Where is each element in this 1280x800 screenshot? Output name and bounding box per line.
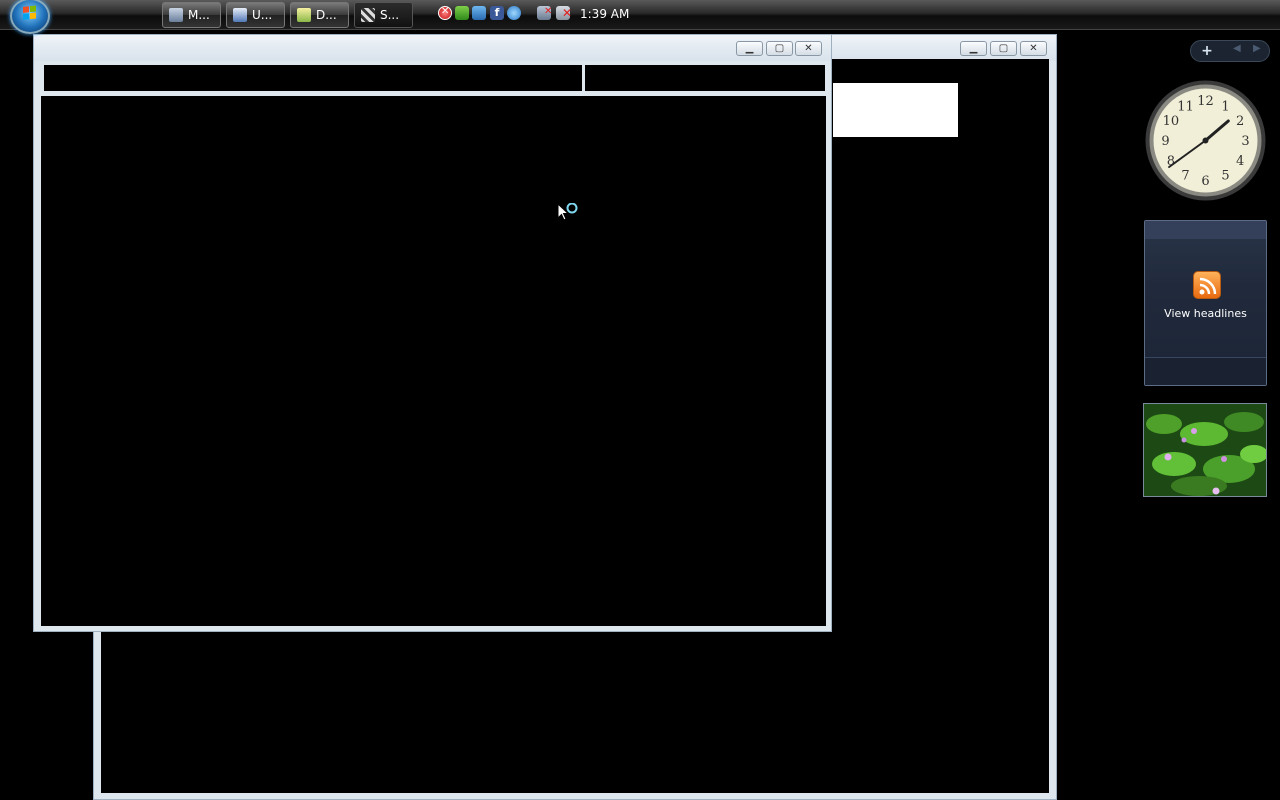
facebook-icon[interactable]: f [490, 6, 504, 20]
foreground-window[interactable]: ▁ ▢ ✕ [33, 34, 832, 632]
close-button[interactable]: ✕ [1020, 41, 1047, 56]
slideshow-gadget[interactable] [1143, 403, 1267, 497]
notepad-icon [297, 8, 311, 22]
media-clapper-icon [361, 8, 375, 22]
start-button[interactable] [10, 0, 50, 34]
clock-numeral: 6 [1201, 174, 1209, 189]
taskbar-button-management[interactable]: M... [162, 2, 221, 28]
maximize-button[interactable]: ▢ [766, 41, 793, 56]
management-console-icon [169, 8, 183, 22]
feed-header-band [1145, 221, 1266, 239]
rss-feed-icon [1193, 271, 1221, 299]
document-edit-icon [233, 8, 247, 22]
clock-numeral: 7 [1181, 169, 1189, 184]
view-headlines-link[interactable]: View headlines [1145, 307, 1266, 320]
clock-numeral: 5 [1221, 169, 1229, 184]
minimize-button[interactable]: ▁ [736, 41, 763, 56]
add-gadget-button[interactable]: + [1197, 42, 1217, 60]
toolbar-right-area[interactable] [585, 65, 825, 91]
task-label: D... [316, 8, 337, 22]
taskbar-button-notepad[interactable]: D... [290, 2, 349, 28]
mute-x-mark: ✕ [562, 6, 573, 20]
foreground-window-titlebar[interactable]: ▁ ▢ ✕ [34, 35, 831, 61]
toolbar-area[interactable] [44, 65, 582, 91]
feed-footer-band [1145, 357, 1266, 385]
clock-numeral: 10 [1163, 114, 1180, 129]
clock-numeral: 2 [1236, 114, 1244, 129]
next-page-button[interactable]: ▶ [1253, 43, 1261, 54]
analog-clock-face: 1234567891011 12 [1145, 80, 1266, 201]
slideshow-photo [1144, 404, 1266, 496]
minimize-button[interactable]: ▁ [960, 41, 987, 56]
clock-numeral: 4 [1236, 154, 1244, 169]
busy-cursor [557, 202, 581, 229]
taskbar: M... U... D... S... f ✕ ✕ ✕ 1:39 AM [0, 0, 1280, 34]
maximize-button[interactable]: ▢ [990, 41, 1017, 56]
windows-logo-icon [23, 5, 36, 20]
taskbar-button-document[interactable]: U... [226, 2, 285, 28]
clock-numeral: 3 [1241, 134, 1249, 149]
foreground-window-content[interactable] [41, 96, 826, 626]
task-label: U... [252, 8, 273, 22]
clock-numeral: 1 [1221, 99, 1229, 114]
clock-numeral: 12 [1197, 94, 1214, 109]
network-status-icon[interactable] [472, 6, 486, 20]
task-label: S... [380, 8, 400, 22]
network-x-mark: ✕ [544, 6, 553, 17]
security-x-mark: ✕ [441, 6, 450, 17]
taskbar-button-media[interactable]: S... [354, 2, 413, 28]
clock-numeral: 11 [1177, 99, 1194, 114]
clock-numeral: 9 [1161, 134, 1169, 149]
task-label: M... [188, 8, 210, 22]
desktop: ▁ ▢ ✕ ▁ ▢ ✕ M... U... D... S... f ✕ ✕ ✕ … [0, 0, 1280, 800]
messenger-icon[interactable] [507, 6, 521, 20]
gadget-sidebar-toolbar: + ◀ ▶ [1190, 40, 1270, 62]
taskbar-clock[interactable]: 1:39 AM [580, 7, 629, 21]
shield-check-icon[interactable] [455, 6, 469, 20]
previous-page-button[interactable]: ◀ [1233, 43, 1241, 54]
close-button[interactable]: ✕ [795, 41, 822, 56]
white-panel [833, 83, 958, 137]
clock-gadget[interactable]: 1 2 3 4 5 6 7 8 9 10 11 12 [1144, 79, 1267, 202]
feed-headlines-gadget[interactable]: View headlines [1144, 220, 1267, 386]
